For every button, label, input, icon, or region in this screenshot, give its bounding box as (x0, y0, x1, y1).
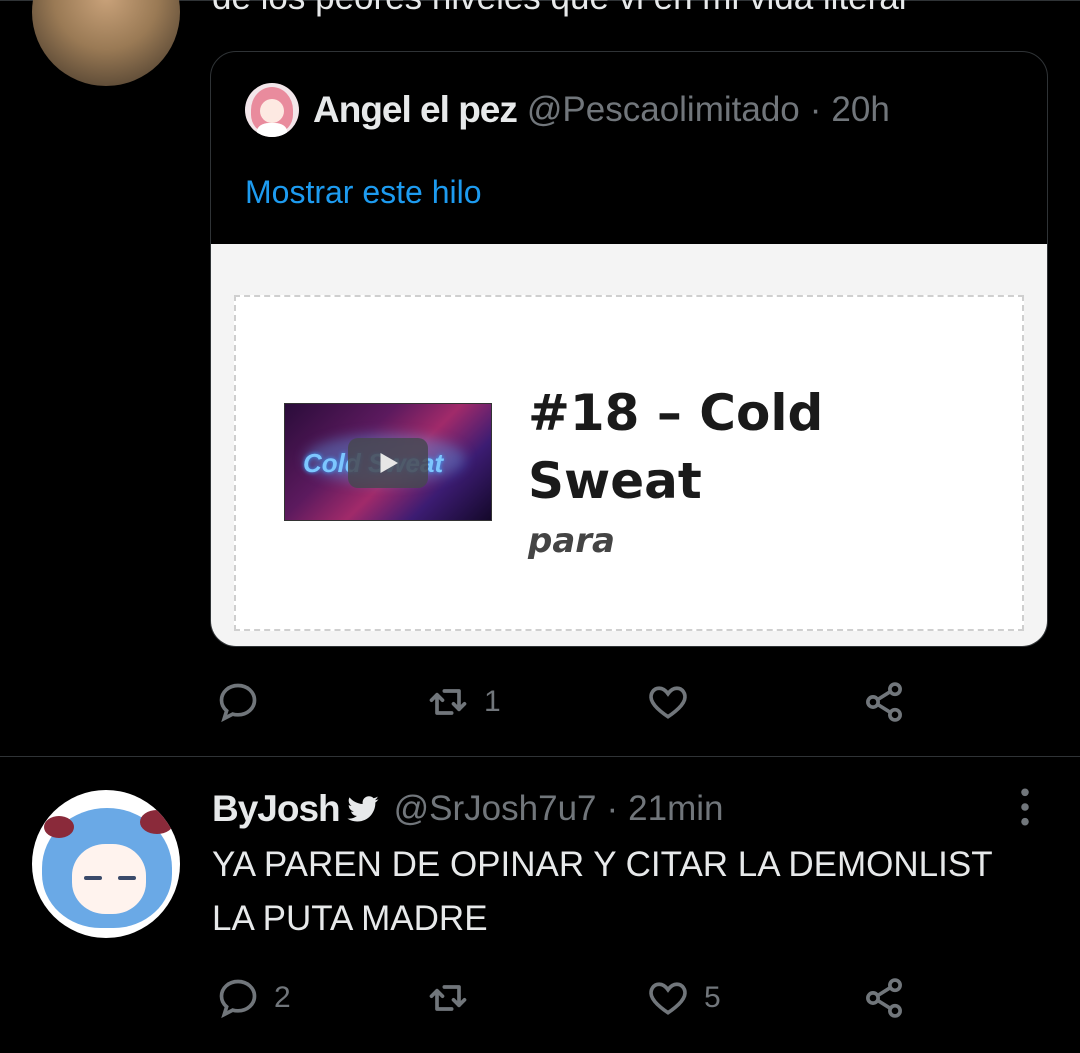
share-button[interactable] (862, 973, 906, 1023)
heart-icon (649, 982, 687, 1015)
avatar-horn (44, 816, 74, 838)
reply-icon (219, 979, 257, 1019)
reply-button[interactable]: 2 (216, 973, 291, 1023)
avatar-eye (118, 876, 136, 880)
quoted-author-avatar[interactable] (245, 83, 299, 137)
avatar-horn (140, 810, 174, 834)
quoted-media-image[interactable]: Cold Sweat #18 – Cold Sweat para (211, 244, 1047, 646)
level-subtitle: para (528, 521, 615, 561)
heart-icon (649, 686, 687, 719)
quoted-tweet-card[interactable]: Angel el pez @Pescaolimitado · 20h Mostr… (210, 51, 1048, 647)
tweet1-text: de los peores niveles que vi en mi vida … (212, 0, 907, 18)
share-icon (866, 978, 902, 1018)
tweet2-avatar[interactable] (32, 790, 180, 938)
like-button[interactable]: 5 (646, 973, 721, 1023)
level-title: #18 – Cold Sweat (528, 384, 824, 510)
tweet2-timestamp[interactable]: 21min (628, 789, 723, 829)
reply-button[interactable] (216, 677, 274, 727)
tweet2-author-name[interactable]: ByJosh (212, 788, 341, 830)
retweet-count: 1 (484, 685, 501, 718)
more-vertical-icon[interactable] (1010, 786, 1040, 828)
avatar-eye (84, 876, 102, 880)
quoted-author-handle[interactable]: @Pescaolimitado (527, 90, 800, 130)
show-thread-link[interactable]: Mostrar este hilo (245, 174, 482, 211)
tweet2-author-handle[interactable]: @SrJosh7u7 (394, 789, 597, 829)
tweet1-avatar[interactable] (32, 0, 180, 86)
separator-dot: · (809, 90, 822, 129)
tweet2-header: ByJosh @SrJosh7u7 · 21min (212, 784, 724, 834)
reply-icon (219, 683, 257, 723)
share-button[interactable] (862, 677, 906, 727)
avatar-face (260, 99, 284, 123)
level-embed-box: Cold Sweat #18 – Cold Sweat para (234, 295, 1024, 631)
play-icon[interactable] (348, 438, 428, 488)
retweet-button[interactable] (426, 973, 484, 1023)
video-thumbnail[interactable]: Cold Sweat (284, 403, 492, 521)
quoted-timestamp[interactable]: 20h (831, 90, 889, 130)
retweet-button[interactable]: 1 (426, 677, 501, 727)
like-button[interactable] (646, 677, 704, 727)
share-icon (866, 682, 902, 722)
like-count: 5 (704, 981, 721, 1014)
tweet2-text: YA PAREN DE OPINAR Y CITAR LA DEMONLIST … (212, 845, 992, 938)
separator-dot: · (606, 789, 619, 828)
tweet1-action-bar: 1 (0, 677, 1080, 727)
reply-count: 2 (274, 981, 291, 1014)
quoted-tweet-header: Angel el pez @Pescaolimitado · 20h (245, 82, 890, 138)
retweet-icon (429, 689, 467, 715)
retweet-icon (429, 985, 467, 1011)
tweet2-action-bar: 2 5 (0, 973, 1080, 1023)
avatar-body (257, 123, 287, 137)
tweet-divider (0, 756, 1080, 757)
bird-icon (347, 796, 379, 822)
quoted-author-name[interactable]: Angel el pez (313, 89, 518, 131)
